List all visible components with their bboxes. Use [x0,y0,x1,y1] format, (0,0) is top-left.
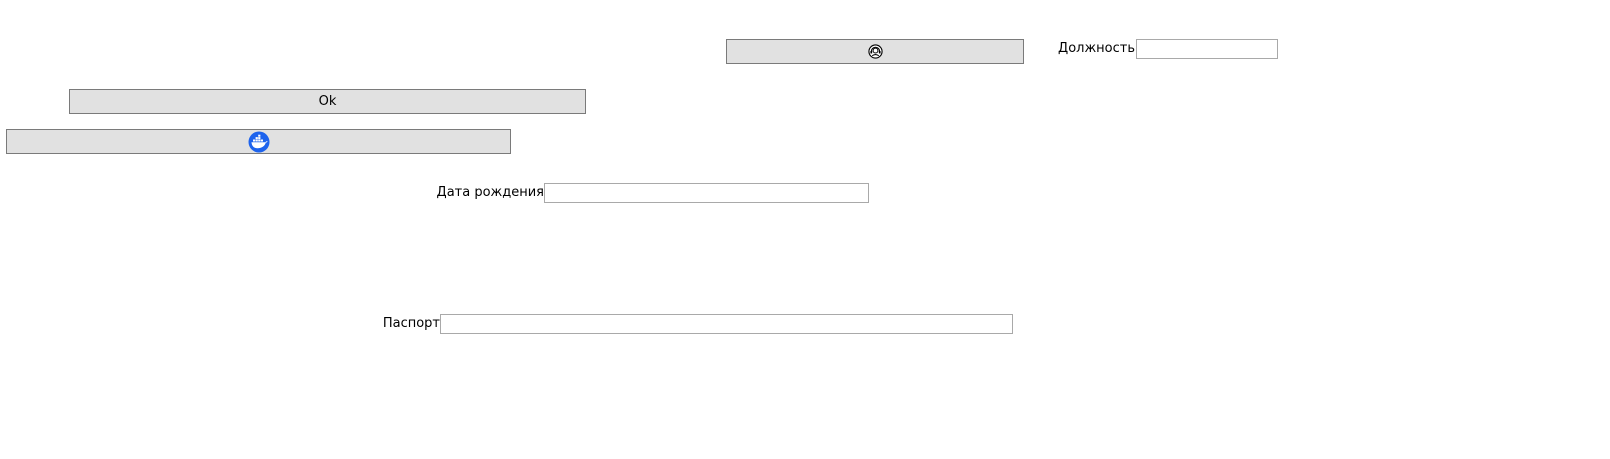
passport-input[interactable] [440,314,1013,334]
position-label: Должность [1058,41,1135,56]
birth-date-input[interactable] [544,183,869,203]
ok-button-label: Ok [318,94,337,109]
docker-button[interactable] [6,129,511,154]
birth-date-label: Дата рождения [436,185,544,200]
ok-button[interactable]: Ok [69,89,586,114]
operator-headset-icon [867,44,883,59]
operator-button[interactable] [726,39,1024,64]
position-input[interactable] [1136,39,1278,59]
passport-label: Паспорт [382,316,440,331]
docker-whale-icon [248,131,270,153]
